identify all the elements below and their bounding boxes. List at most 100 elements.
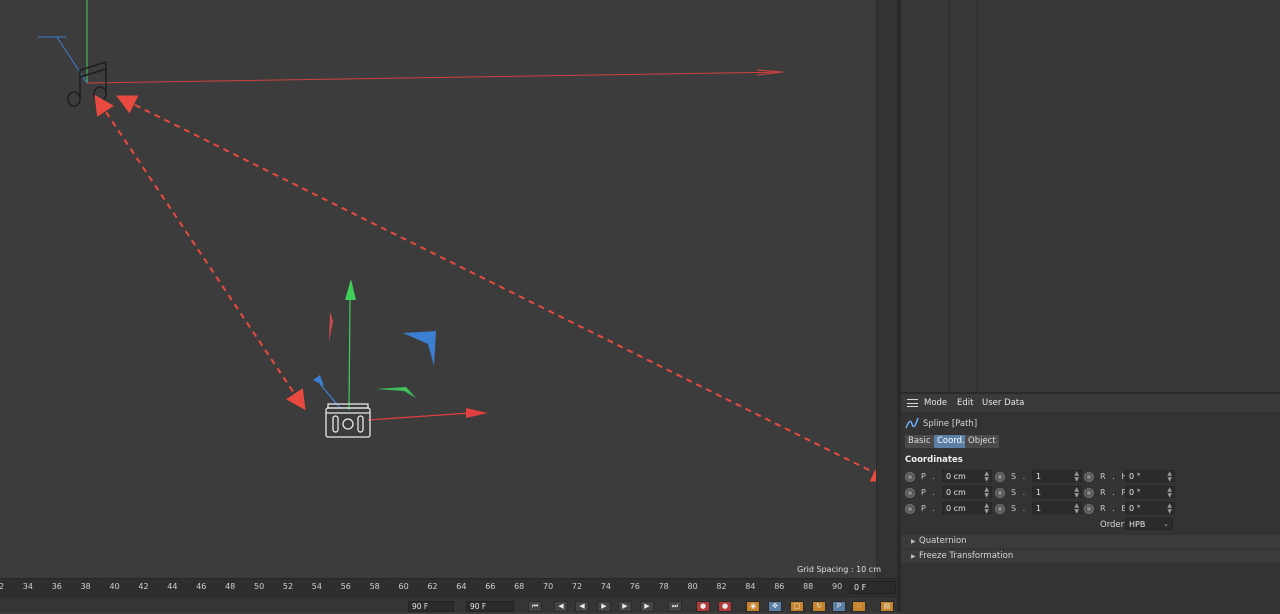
scale-x-input[interactable]: 1 ▲ ▼ bbox=[1032, 470, 1082, 483]
autokey-icon[interactable]: ● bbox=[718, 601, 732, 612]
scale-z-input[interactable]: 1 ▲ ▼ bbox=[1032, 502, 1082, 515]
animate-radio[interactable] bbox=[1084, 488, 1094, 498]
timeline-ruler[interactable]: 32 34 36 38 40 42 44 46 48 50 52 54 56 58 60 62 64 66 68 70… bbox=[0, 578, 897, 599]
animate-radio[interactable] bbox=[905, 488, 915, 498]
timeline-tick-label: 34 bbox=[22, 582, 33, 591]
group-quaternion[interactable]: ▶ Quaternion bbox=[901, 535, 1280, 548]
timeline-tick-label: 40 bbox=[109, 582, 120, 591]
annotation-arrow-1 bbox=[94, 94, 306, 411]
order-dropdown[interactable]: HPB ⌄ bbox=[1125, 518, 1173, 530]
timeline-tick-label: 86 bbox=[774, 582, 785, 591]
rotation-p-input[interactable]: 0 ° ▲ ▼ bbox=[1125, 486, 1175, 499]
coord-row-1: P . X 0 cm ▲ ▼ S . X 1 ▲ ▼ R . H 0 ° ▲ ▼ bbox=[901, 470, 1280, 484]
device-icon[interactable] bbox=[325, 403, 371, 438]
point-level-icon[interactable]: ∷ bbox=[852, 601, 866, 612]
timeline-tick-label: 72 bbox=[571, 582, 583, 591]
end-frame-field-b[interactable]: 90 F bbox=[466, 601, 514, 612]
step-back-icon[interactable]: ◀ bbox=[575, 601, 589, 612]
end-frame-field-a[interactable]: 90 F bbox=[408, 601, 454, 612]
music-note-icon[interactable] bbox=[67, 60, 107, 107]
timeline-tick-label: 54 bbox=[311, 582, 322, 591]
coord-row-2: P . Y 0 cm ▲ ▼ S . Y 1 ▲ ▼ R . P 0 ° ▲ ▼ bbox=[901, 486, 1280, 500]
order-label: Order bbox=[1100, 520, 1125, 530]
attribute-manager-panel: Mode Edit User Data Spline [Path] Basic … bbox=[901, 392, 1280, 614]
next-key-icon[interactable]: ▶ bbox=[640, 601, 654, 612]
timeline-tick-label: 84 bbox=[745, 582, 756, 591]
timeline-tick-label: 68 bbox=[514, 582, 525, 591]
timeline-tick-label: 60 bbox=[398, 582, 409, 591]
timeline-tick-label: 46 bbox=[196, 582, 207, 591]
tab-coord[interactable]: Coord. bbox=[934, 435, 968, 448]
gizmo-x-axis bbox=[367, 412, 471, 421]
group-freeze-label: Freeze Transformation bbox=[919, 551, 1014, 561]
keyframe-selection-icon[interactable]: ◉ bbox=[746, 601, 760, 612]
spline-icon bbox=[905, 417, 919, 429]
gizmo-rotation-green bbox=[376, 387, 416, 398]
current-frame-field[interactable]: 0 F bbox=[850, 581, 896, 594]
rotation-h-input[interactable]: 0 ° ▲ ▼ bbox=[1125, 470, 1175, 483]
grid-spacing-label: Grid Spacing : 10 cm bbox=[797, 565, 881, 574]
animate-radio[interactable] bbox=[905, 504, 915, 514]
play-icon[interactable]: ▶ bbox=[597, 601, 611, 612]
menu-mode[interactable]: Mode bbox=[924, 398, 947, 408]
3d-viewport[interactable]: Grid Spacing : 10 cm bbox=[0, 0, 897, 578]
expand-triangle-icon: ▶ bbox=[911, 538, 916, 545]
timeline-tick-label: 76 bbox=[629, 582, 640, 591]
timeline-tick-label: 80 bbox=[687, 582, 698, 591]
timeline-tick-label: 48 bbox=[225, 582, 236, 591]
timeline-window-icon[interactable]: ▤ bbox=[880, 601, 894, 612]
gizmo-y-axis bbox=[348, 297, 351, 411]
position-key-icon[interactable]: ✥ bbox=[768, 601, 782, 612]
record-icon[interactable]: ● bbox=[696, 601, 710, 612]
animate-radio[interactable] bbox=[905, 472, 915, 482]
scale-key-icon[interactable]: □ bbox=[790, 601, 804, 612]
position-z-input[interactable]: 0 cm ▲ ▼ bbox=[942, 502, 992, 515]
position-y-input[interactable]: 0 cm ▲ ▼ bbox=[942, 486, 992, 499]
timeline-tick-label: 90 bbox=[832, 582, 843, 591]
timeline-tick-label: 42 bbox=[138, 582, 149, 591]
parameter-key-icon[interactable]: P bbox=[832, 601, 846, 612]
timeline-tick-label: 38 bbox=[80, 582, 91, 591]
group-freeze-transformation[interactable]: ▶ Freeze Transformation bbox=[901, 550, 1280, 563]
timeline-tick-label: 64 bbox=[456, 582, 467, 591]
viewport-scrollbar[interactable] bbox=[876, 0, 897, 578]
timeline-tick-label: 62 bbox=[427, 582, 438, 591]
scale-y-input[interactable]: 1 ▲ ▼ bbox=[1032, 486, 1082, 499]
animate-radio[interactable] bbox=[995, 504, 1005, 514]
coord-row-3: P . Z 0 cm ▲ ▼ S . Z 1 ▲ ▼ R . B 0 ° ▲ ▼ bbox=[901, 502, 1280, 516]
animate-radio[interactable] bbox=[1084, 472, 1094, 482]
timeline-tick-label: 52 bbox=[282, 582, 294, 591]
position-x-input[interactable]: 0 cm ▲ ▼ bbox=[942, 470, 992, 483]
order-value: HPB bbox=[1129, 520, 1146, 529]
timeline-tick-label: 32 bbox=[0, 582, 5, 591]
hamburger-menu-icon[interactable] bbox=[907, 399, 918, 407]
tab-object[interactable]: Object bbox=[965, 435, 999, 448]
go-to-start-icon[interactable]: ⏮ bbox=[528, 601, 542, 612]
section-title: Coordinates bbox=[905, 455, 963, 465]
menu-user-data[interactable]: User Data bbox=[982, 398, 1024, 408]
playback-bar: 90 F 90 F ⏮ ◀ ◀ ▶ ▶ ▶ ⏭ ● ● ◉ ✥ □ ↻ P ∷ … bbox=[0, 598, 897, 612]
timeline-tick-label: 82 bbox=[716, 582, 727, 591]
object-manager-panel[interactable] bbox=[901, 0, 1280, 392]
timeline-tick-label: 50 bbox=[254, 582, 265, 591]
gizmo-x-arrowhead bbox=[466, 408, 488, 418]
go-to-end-icon[interactable]: ⏭ bbox=[668, 601, 682, 612]
timeline-tick-label: 74 bbox=[600, 582, 611, 591]
annotation-arrow-2 bbox=[116, 95, 892, 482]
rotation-b-input[interactable]: 0 ° ▲ ▼ bbox=[1125, 502, 1175, 515]
animate-radio[interactable] bbox=[995, 488, 1005, 498]
object-manager-column-divider bbox=[949, 0, 950, 392]
gizmo-z-arrowhead bbox=[313, 375, 324, 386]
menu-edit[interactable]: Edit bbox=[957, 398, 973, 408]
step-forward-icon[interactable]: ▶ bbox=[618, 601, 632, 612]
group-quaternion-label: Quaternion bbox=[919, 536, 967, 546]
animate-radio[interactable] bbox=[995, 472, 1005, 482]
viewport-canvas bbox=[38, 0, 892, 482]
tab-basic[interactable]: Basic bbox=[905, 435, 934, 448]
previous-key-icon[interactable]: ◀ bbox=[554, 601, 568, 612]
rotation-key-icon[interactable]: ↻ bbox=[812, 601, 826, 612]
animate-radio[interactable] bbox=[1084, 504, 1094, 514]
timeline-tick-label: 58 bbox=[369, 582, 380, 591]
timeline-tick-label: 78 bbox=[658, 582, 669, 591]
gizmo-rotation-blue bbox=[403, 331, 436, 366]
